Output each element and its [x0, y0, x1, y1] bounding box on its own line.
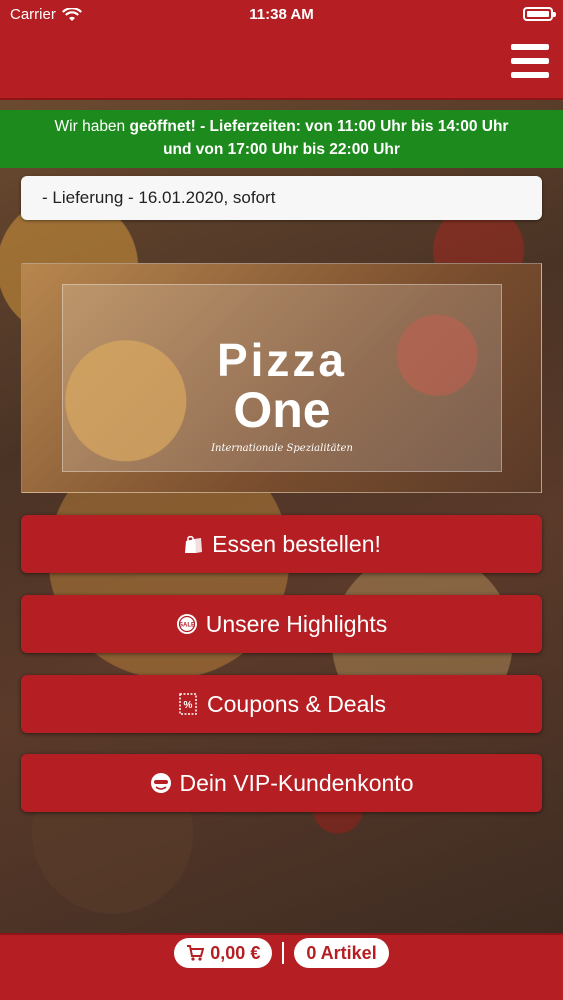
- vip-account-label: Dein VIP-Kundenkonto: [179, 769, 414, 796]
- shopping-bag-icon: [185, 535, 203, 553]
- coupon-icon: %: [179, 693, 197, 715]
- order-food-label: Essen bestellen!: [212, 530, 381, 557]
- opening-hours-banner: Wir haben geöffnet! - Lieferzeiten: von …: [0, 110, 563, 168]
- battery-icon: [523, 7, 556, 21]
- logo-tagline: Internationale Spezialitäten: [211, 443, 353, 454]
- svg-text:SALE: SALE: [179, 623, 195, 629]
- open-status: geöffnet!: [129, 118, 196, 135]
- order-food-button[interactable]: Essen bestellen!: [21, 515, 542, 573]
- cart-total-pill[interactable]: 0,00 €: [174, 938, 273, 968]
- status-bar: Carrier 11:38 AM: [0, 0, 563, 30]
- logo-title-line1: Pizza: [216, 334, 348, 386]
- top-bar: Carrier 11:38 AM: [0, 0, 563, 100]
- highlights-label: Unsere Highlights: [205, 610, 388, 637]
- coupons-label: Coupons & Deals: [207, 690, 386, 717]
- sale-badge-icon: SALE: [176, 614, 197, 634]
- bottom-bar: 0,00 € 0 Artikel: [0, 933, 563, 1000]
- vip-icon: [150, 773, 171, 793]
- delivery-times-1: - Lieferzeiten: von 11:00 Uhr bis 14:00 …: [195, 118, 509, 135]
- cart-icon: [187, 945, 205, 961]
- hero-banner: Pizza One Internationale Spezialitäten: [21, 263, 542, 493]
- delivery-times-2: und von 17:00 Uhr bis 22:00 Uhr: [163, 141, 400, 158]
- svg-text:%: %: [184, 700, 193, 711]
- cart-total: 0,00 €: [210, 942, 261, 963]
- coupons-button[interactable]: % Coupons & Deals: [21, 675, 542, 733]
- logo-frame: Pizza One Internationale Spezialitäten: [62, 284, 502, 472]
- open-text-prefix: Wir haben: [54, 118, 130, 135]
- delivery-selector[interactable]: - Lieferung - 16.01.2020, sofort: [21, 176, 542, 220]
- logo-title-line2: One: [233, 382, 331, 438]
- menu-icon[interactable]: [511, 44, 549, 78]
- cart-items-pill[interactable]: 0 Artikel: [294, 938, 389, 968]
- opening-hours-line1: Wir haben geöffnet! - Lieferzeiten: von …: [0, 115, 563, 138]
- highlights-button[interactable]: SALE Unsere Highlights: [21, 595, 542, 653]
- cart-summary[interactable]: 0,00 € 0 Artikel: [0, 938, 563, 968]
- cart-divider: [282, 942, 285, 964]
- clock: 11:38 AM: [249, 6, 314, 23]
- vip-account-button[interactable]: Dein VIP-Kundenkonto: [21, 754, 542, 812]
- cart-item-count: 0 Artikel: [306, 942, 377, 963]
